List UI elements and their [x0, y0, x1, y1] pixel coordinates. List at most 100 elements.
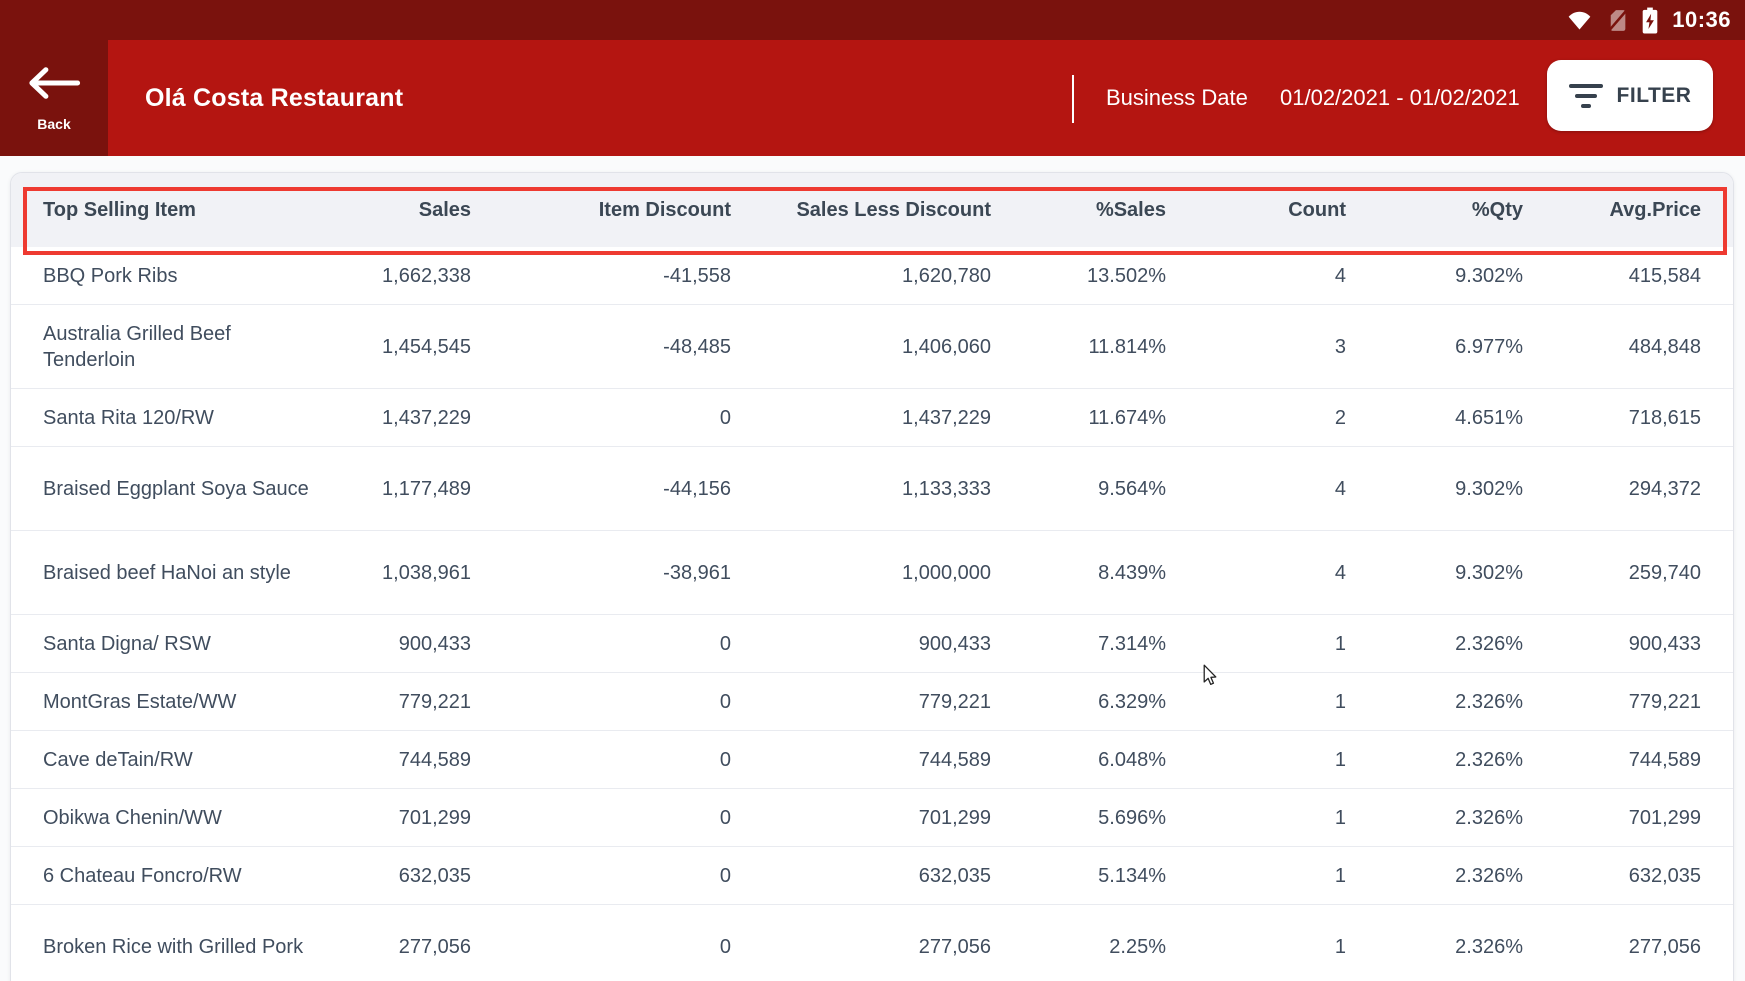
clock-time: 10:36: [1672, 7, 1731, 33]
cell-item-name: Santa Rita 120/RW: [11, 405, 311, 431]
cell-sales: 744,589: [311, 747, 471, 773]
back-arrow-icon: [26, 65, 82, 106]
table-row[interactable]: Broken Rice with Grilled Pork 277,056 0 …: [11, 905, 1733, 981]
cell-sales-less-discount: 779,221: [731, 689, 991, 715]
cell-avg-price: 259,740: [1523, 560, 1701, 586]
cell-percent-qty: 9.302%: [1346, 560, 1523, 586]
column-header-6: %Qty: [1346, 197, 1523, 223]
no-sim-icon: [1606, 8, 1628, 33]
cell-sales-less-discount: 277,056: [731, 934, 991, 960]
cell-item-name: BBQ Pork Ribs: [11, 263, 311, 289]
table-body: BBQ Pork Ribs 1,662,338 -41,558 1,620,78…: [11, 247, 1733, 981]
filter-icon: [1569, 84, 1603, 108]
cell-percent-sales: 11.814%: [991, 334, 1166, 360]
cell-avg-price: 415,584: [1523, 263, 1701, 289]
cell-sales-less-discount: 900,433: [731, 631, 991, 657]
cell-sales: 779,221: [311, 689, 471, 715]
cell-avg-price: 484,848: [1523, 334, 1701, 360]
table-row[interactable]: Cave deTain/RW 744,589 0 744,589 6.048% …: [11, 731, 1733, 789]
table-row[interactable]: MontGras Estate/WW 779,221 0 779,221 6.3…: [11, 673, 1733, 731]
table-row[interactable]: Obikwa Chenin/WW 701,299 0 701,299 5.696…: [11, 789, 1733, 847]
cell-sales-less-discount: 1,437,229: [731, 405, 991, 431]
cell-sales-less-discount: 1,406,060: [731, 334, 991, 360]
cell-item-discount: 0: [471, 689, 731, 715]
cell-item-name: Australia Grilled Beef Tenderloin: [11, 321, 311, 373]
column-header-4: %Sales: [991, 197, 1166, 223]
table-row[interactable]: BBQ Pork Ribs 1,662,338 -41,558 1,620,78…: [11, 247, 1733, 305]
table-row[interactable]: Santa Rita 120/RW 1,437,229 0 1,437,229 …: [11, 389, 1733, 447]
cell-count: 3: [1166, 334, 1346, 360]
cell-percent-qty: 2.326%: [1346, 747, 1523, 773]
cell-percent-qty: 6.977%: [1346, 334, 1523, 360]
cell-item-discount: 0: [471, 934, 731, 960]
cell-percent-sales: 5.696%: [991, 805, 1166, 831]
cell-count: 1: [1166, 631, 1346, 657]
top-selling-items-table: Top Selling ItemSalesItem DiscountSales …: [10, 172, 1734, 981]
column-header-5: Count: [1166, 197, 1346, 223]
cell-count: 4: [1166, 560, 1346, 586]
back-button[interactable]: Back: [0, 40, 108, 156]
cell-item-discount: 0: [471, 805, 731, 831]
table-row[interactable]: Braised beef HaNoi an style 1,038,961 -3…: [11, 531, 1733, 615]
table-header-row: Top Selling ItemSalesItem DiscountSales …: [11, 173, 1733, 247]
cell-item-name: MontGras Estate/WW: [11, 689, 311, 715]
cell-percent-sales: 8.439%: [991, 560, 1166, 586]
cell-sales: 277,056: [311, 934, 471, 960]
table-row[interactable]: Australia Grilled Beef Tenderloin 1,454,…: [11, 305, 1733, 389]
table-row[interactable]: 6 Chateau Foncro/RW 632,035 0 632,035 5.…: [11, 847, 1733, 905]
cell-count: 1: [1166, 689, 1346, 715]
cell-sales: 1,437,229: [311, 405, 471, 431]
cell-sales-less-discount: 744,589: [731, 747, 991, 773]
cell-avg-price: 744,589: [1523, 747, 1701, 773]
cell-sales-less-discount: 701,299: [731, 805, 991, 831]
cell-percent-qty: 4.651%: [1346, 405, 1523, 431]
back-label: Back: [37, 116, 70, 132]
cell-count: 1: [1166, 805, 1346, 831]
cell-percent-qty: 2.326%: [1346, 689, 1523, 715]
cell-item-name: Obikwa Chenin/WW: [11, 805, 311, 831]
battery-charging-icon: [1642, 7, 1658, 34]
cell-percent-qty: 9.302%: [1346, 476, 1523, 502]
cell-percent-sales: 5.134%: [991, 863, 1166, 889]
cell-percent-sales: 2.25%: [991, 934, 1166, 960]
table-row[interactable]: Santa Digna/ RSW 900,433 0 900,433 7.314…: [11, 615, 1733, 673]
cell-percent-qty: 9.302%: [1346, 263, 1523, 289]
cell-sales-less-discount: 1,000,000: [731, 560, 991, 586]
cell-item-discount: -48,485: [471, 334, 731, 360]
cell-avg-price: 900,433: [1523, 631, 1701, 657]
cell-item-discount: 0: [471, 631, 731, 657]
status-bar: 10:36: [0, 0, 1745, 40]
cell-item-discount: -38,961: [471, 560, 731, 586]
cell-avg-price: 701,299: [1523, 805, 1701, 831]
cell-item-discount: -41,558: [471, 263, 731, 289]
cell-sales: 701,299: [311, 805, 471, 831]
cell-sales: 1,177,489: [311, 476, 471, 502]
cell-item-name: Braised beef HaNoi an style: [11, 560, 311, 586]
cell-percent-sales: 9.564%: [991, 476, 1166, 502]
filter-button[interactable]: FILTER: [1547, 60, 1713, 131]
cell-avg-price: 277,056: [1523, 934, 1701, 960]
column-header-1: Sales: [311, 197, 471, 223]
cell-percent-qty: 2.326%: [1346, 863, 1523, 889]
cell-avg-price: 294,372: [1523, 476, 1701, 502]
cell-count: 4: [1166, 476, 1346, 502]
cell-sales: 1,038,961: [311, 560, 471, 586]
cell-item-name: Santa Digna/ RSW: [11, 631, 311, 657]
cell-sales-less-discount: 1,620,780: [731, 263, 991, 289]
filter-button-label: FILTER: [1617, 84, 1692, 108]
cell-sales-less-discount: 632,035: [731, 863, 991, 889]
cell-avg-price: 632,035: [1523, 863, 1701, 889]
cell-count: 1: [1166, 747, 1346, 773]
business-date-value[interactable]: 01/02/2021 - 01/02/2021: [1280, 40, 1520, 156]
header-divider: [1072, 75, 1074, 123]
cell-sales-less-discount: 1,133,333: [731, 476, 991, 502]
column-header-7: Avg.Price: [1523, 197, 1701, 223]
cell-percent-sales: 13.502%: [991, 263, 1166, 289]
cell-avg-price: 718,615: [1523, 405, 1701, 431]
table-row[interactable]: Braised Eggplant Soya Sauce 1,177,489 -4…: [11, 447, 1733, 531]
cell-item-discount: -44,156: [471, 476, 731, 502]
cell-item-discount: 0: [471, 747, 731, 773]
cell-sales: 632,035: [311, 863, 471, 889]
business-date-label: Business Date: [1106, 40, 1248, 156]
wifi-icon: [1567, 8, 1592, 33]
